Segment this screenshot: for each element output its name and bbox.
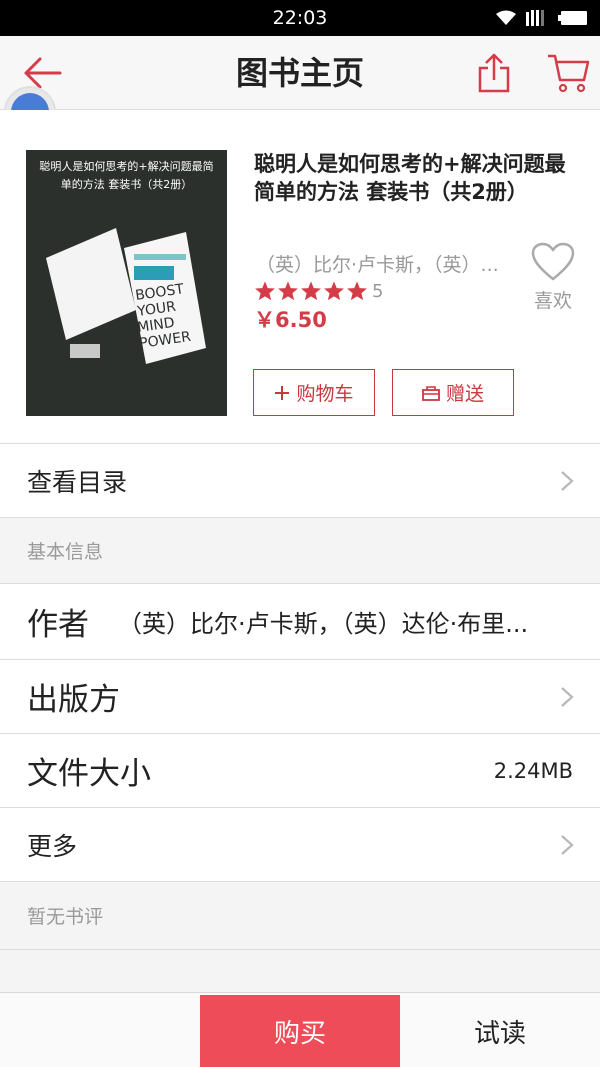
view-catalog-row[interactable]: 查看目录 bbox=[0, 444, 600, 518]
star-icon bbox=[324, 281, 344, 301]
book-cover-image[interactable]: 聪明人是如何思考的+解决问题最简单的方法 套装书（共2册） BOOST YOUR… bbox=[26, 150, 227, 416]
author-row: 作者 （英）比尔·卢卡斯，（英）达伦·布里... bbox=[0, 584, 600, 660]
rating-count: 5 bbox=[372, 281, 384, 302]
publisher-row[interactable]: 出版方 bbox=[0, 660, 600, 734]
status-bar: 22:03 bbox=[0, 0, 600, 36]
cart-icon[interactable] bbox=[546, 52, 590, 94]
add-to-cart-label: 购物车 bbox=[296, 383, 354, 405]
wifi-icon bbox=[496, 10, 516, 25]
gift-icon bbox=[422, 385, 440, 401]
star-rating bbox=[254, 279, 368, 303]
basic-info-header: 基本信息 bbox=[0, 518, 600, 584]
gift-button[interactable]: 赠送 bbox=[392, 369, 514, 416]
chevron-right-icon bbox=[561, 686, 574, 707]
bottom-action-bar: 购买 试读 bbox=[0, 992, 600, 1067]
book-title: 聪明人是如何思考的+解决问题最简单的方法 套装书（共2册） bbox=[254, 152, 566, 204]
reviews-label: 暂无书评 bbox=[27, 906, 104, 928]
catalog-label: 查看目录 bbox=[27, 467, 128, 497]
book-authors: （英）比尔·卢卡斯，（英）... bbox=[256, 254, 499, 276]
cover-artwork: BOOST YOUR MIND POWER bbox=[46, 228, 206, 364]
star-icon bbox=[347, 281, 367, 301]
heart-icon bbox=[531, 242, 575, 281]
author-label: 作者 bbox=[27, 607, 89, 643]
file-size-label: 文件大小 bbox=[27, 756, 151, 792]
more-row[interactable]: 更多 bbox=[0, 808, 600, 882]
star-icon bbox=[301, 281, 321, 301]
star-icon bbox=[255, 281, 275, 301]
buy-button[interactable]: 购买 bbox=[200, 995, 400, 1067]
plus-icon bbox=[275, 385, 290, 400]
chevron-right-icon bbox=[561, 834, 574, 855]
basic-info-label: 基本信息 bbox=[27, 541, 104, 563]
like-label: 喜欢 bbox=[533, 290, 572, 312]
file-size-row: 文件大小 2.24MB bbox=[0, 734, 600, 808]
star-icon bbox=[278, 281, 298, 301]
book-price: ￥6.50 bbox=[254, 308, 327, 332]
reviews-header: 暂无书评 bbox=[0, 882, 600, 950]
chevron-right-icon bbox=[561, 470, 574, 491]
like-button[interactable]: 喜欢 bbox=[528, 242, 578, 322]
author-value: （英）比尔·卢卡斯，（英）达伦·布里... bbox=[118, 610, 529, 638]
navigation-bar: 图书主页 bbox=[0, 36, 600, 110]
signal-icon bbox=[526, 10, 544, 26]
trial-read-button[interactable]: 试读 bbox=[400, 995, 600, 1067]
file-size-value: 2.24MB bbox=[493, 758, 573, 783]
gift-label: 赠送 bbox=[445, 383, 484, 405]
book-info-card: 聪明人是如何思考的+解决问题最简单的方法 套装书（共2册） BOOST YOUR… bbox=[0, 110, 600, 444]
add-to-cart-button[interactable]: 购物车 bbox=[253, 369, 375, 416]
more-label: 更多 bbox=[27, 831, 78, 861]
share-icon[interactable] bbox=[474, 52, 514, 94]
publisher-label: 出版方 bbox=[27, 682, 120, 718]
battery-icon bbox=[558, 11, 587, 25]
